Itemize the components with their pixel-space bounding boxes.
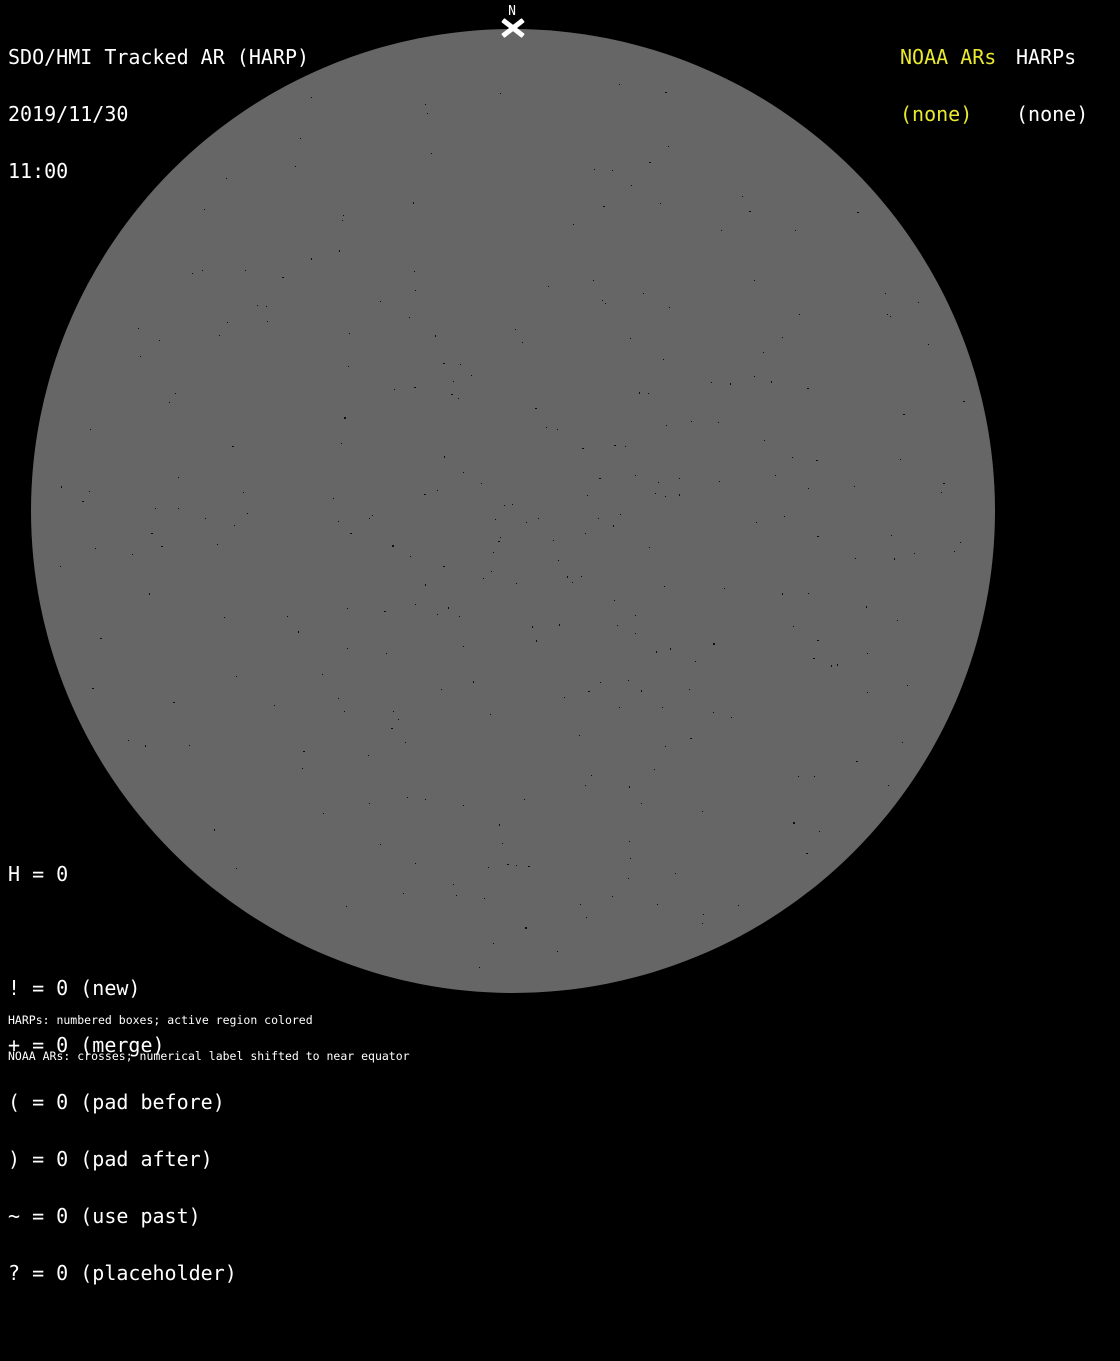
north-pole-label: N	[508, 4, 516, 19]
harps-block: HARPs (none)	[1016, 10, 1088, 162]
date-label: 2019/11/30	[8, 102, 129, 126]
harps-label: HARPs	[1016, 45, 1077, 69]
page-title: SDO/HMI Tracked AR (HARP)	[8, 45, 310, 69]
footnote-noaa: NOAA ARs: crosses; numerical label shift…	[8, 1049, 410, 1063]
legend-line-pad-before: ( = 0 (pad before)	[8, 1090, 225, 1114]
legend-line-pad-after: ) = 0 (pad after)	[8, 1147, 213, 1171]
footnote: HARPs: numbered boxes; active region col…	[8, 990, 410, 1086]
legend-line-placeholder: ? = 0 (placeholder)	[8, 1261, 237, 1285]
time-label: 11:00	[8, 159, 69, 183]
footnote-harps: HARPs: numbered boxes; active region col…	[8, 1013, 313, 1027]
harps-value: (none)	[1016, 102, 1089, 126]
harp-count-line: H = 0	[8, 862, 69, 886]
noaa-ars-label: NOAA ARs	[900, 45, 997, 69]
north-pole-cross-icon	[500, 18, 526, 38]
noaa-ars-value: (none)	[900, 102, 973, 126]
harp-full-disk-map: SDO/HMI Tracked AR (HARP) 2019/11/30 11:…	[0, 0, 1120, 1283]
noaa-ars-block: NOAA ARs (none)	[900, 10, 996, 162]
legend-line-use-past: ~ = 0 (use past)	[8, 1204, 201, 1228]
harp-legend: H = 0 ! = 0 (new) + = 0 (merge) ( = 0 (p…	[8, 827, 237, 1359]
title-block: SDO/HMI Tracked AR (HARP) 2019/11/30 11:…	[8, 10, 309, 219]
